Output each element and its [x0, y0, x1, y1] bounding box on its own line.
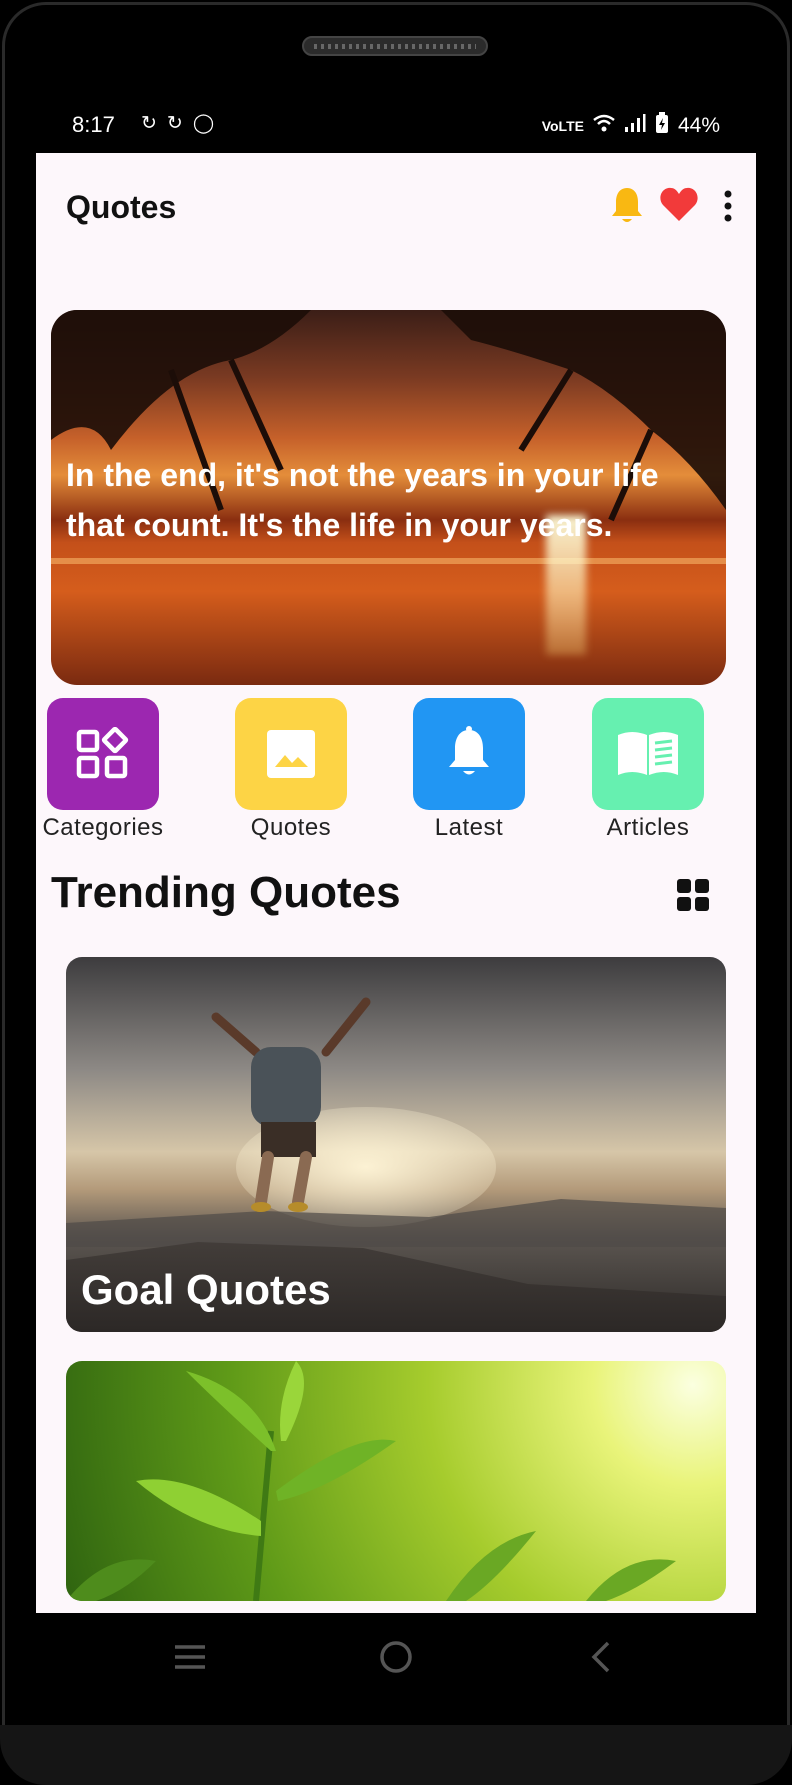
- wifi-icon: [593, 113, 615, 139]
- signal-icon: [624, 113, 646, 139]
- app-screen: Quotes In the end, it's not the years in…: [36, 153, 756, 1613]
- articles-label: Articles: [606, 814, 690, 841]
- categories-icon: [76, 727, 129, 779]
- grid-view-icon[interactable]: [676, 878, 710, 912]
- home-icon[interactable]: [376, 1637, 416, 1677]
- volte-label: VoLTE: [541, 117, 584, 134]
- whatsapp-icon: ◯: [192, 113, 215, 134]
- app-bar: Quotes: [36, 153, 756, 253]
- book-icon: [618, 732, 678, 775]
- image-icon: [267, 730, 315, 778]
- trending-heading: Trending Quotes: [51, 868, 401, 917]
- recent-apps-icon[interactable]: [170, 1637, 210, 1677]
- system-nav-bar: [36, 1613, 756, 1703]
- status-right: VoLTE 44%: [542, 112, 720, 140]
- status-time: 8:17: [72, 112, 115, 137]
- quotes-label: Quotes: [250, 814, 332, 841]
- latest-tile[interactable]: [413, 698, 525, 810]
- notification-icons: ↻ ↻ ◯: [141, 112, 214, 135]
- featured-quote-text: In the end, it's not the years in your l…: [66, 457, 659, 543]
- phone-frame: 8:17 ↻ ↻ ◯ VoLTE 44% Quotes In the end, …: [0, 0, 792, 1785]
- shortcut-categories[interactable]: Categories: [38, 698, 168, 841]
- status-bar: 8:17 ↻ ↻ ◯ VoLTE 44%: [36, 100, 756, 146]
- category-shortcuts: Categories Quotes Latest Articles: [36, 698, 756, 841]
- hero-horizon: [51, 558, 726, 564]
- categories-label: Categories: [42, 814, 164, 841]
- goal-card-title: Goal Quotes: [81, 1266, 331, 1313]
- trending-card-goal[interactable]: Goal Quotes: [66, 957, 726, 1332]
- battery-icon: [655, 112, 669, 140]
- articles-tile[interactable]: [592, 698, 704, 810]
- sync-icon: ↻: [166, 113, 183, 134]
- quotes-tile[interactable]: [235, 698, 347, 810]
- bell-icon: [449, 726, 489, 775]
- more-options-icon[interactable]: [723, 189, 733, 223]
- shortcut-quotes[interactable]: Quotes: [226, 698, 356, 841]
- bottom-bezel: [0, 1725, 792, 1785]
- trending-card-2[interactable]: [66, 1361, 726, 1601]
- shortcut-latest[interactable]: Latest: [404, 698, 534, 841]
- notification-bell-icon[interactable]: [608, 185, 646, 225]
- favorites-heart-icon[interactable]: [659, 185, 699, 223]
- categories-tile[interactable]: [47, 698, 159, 810]
- featured-quote-banner[interactable]: In the end, it's not the years in your l…: [51, 310, 726, 685]
- back-icon[interactable]: [582, 1637, 622, 1677]
- speaker-grille: [302, 36, 488, 56]
- latest-label: Latest: [434, 814, 504, 841]
- leaf-illustration: [66, 1361, 676, 1601]
- battery-percent: 44%: [677, 114, 720, 137]
- sync-icon: ↻: [141, 113, 157, 134]
- shortcut-articles[interactable]: Articles: [583, 698, 713, 841]
- trending-header: Trending Quotes: [51, 868, 741, 928]
- app-title: Quotes: [66, 189, 177, 225]
- hiker-figure: [211, 997, 371, 1212]
